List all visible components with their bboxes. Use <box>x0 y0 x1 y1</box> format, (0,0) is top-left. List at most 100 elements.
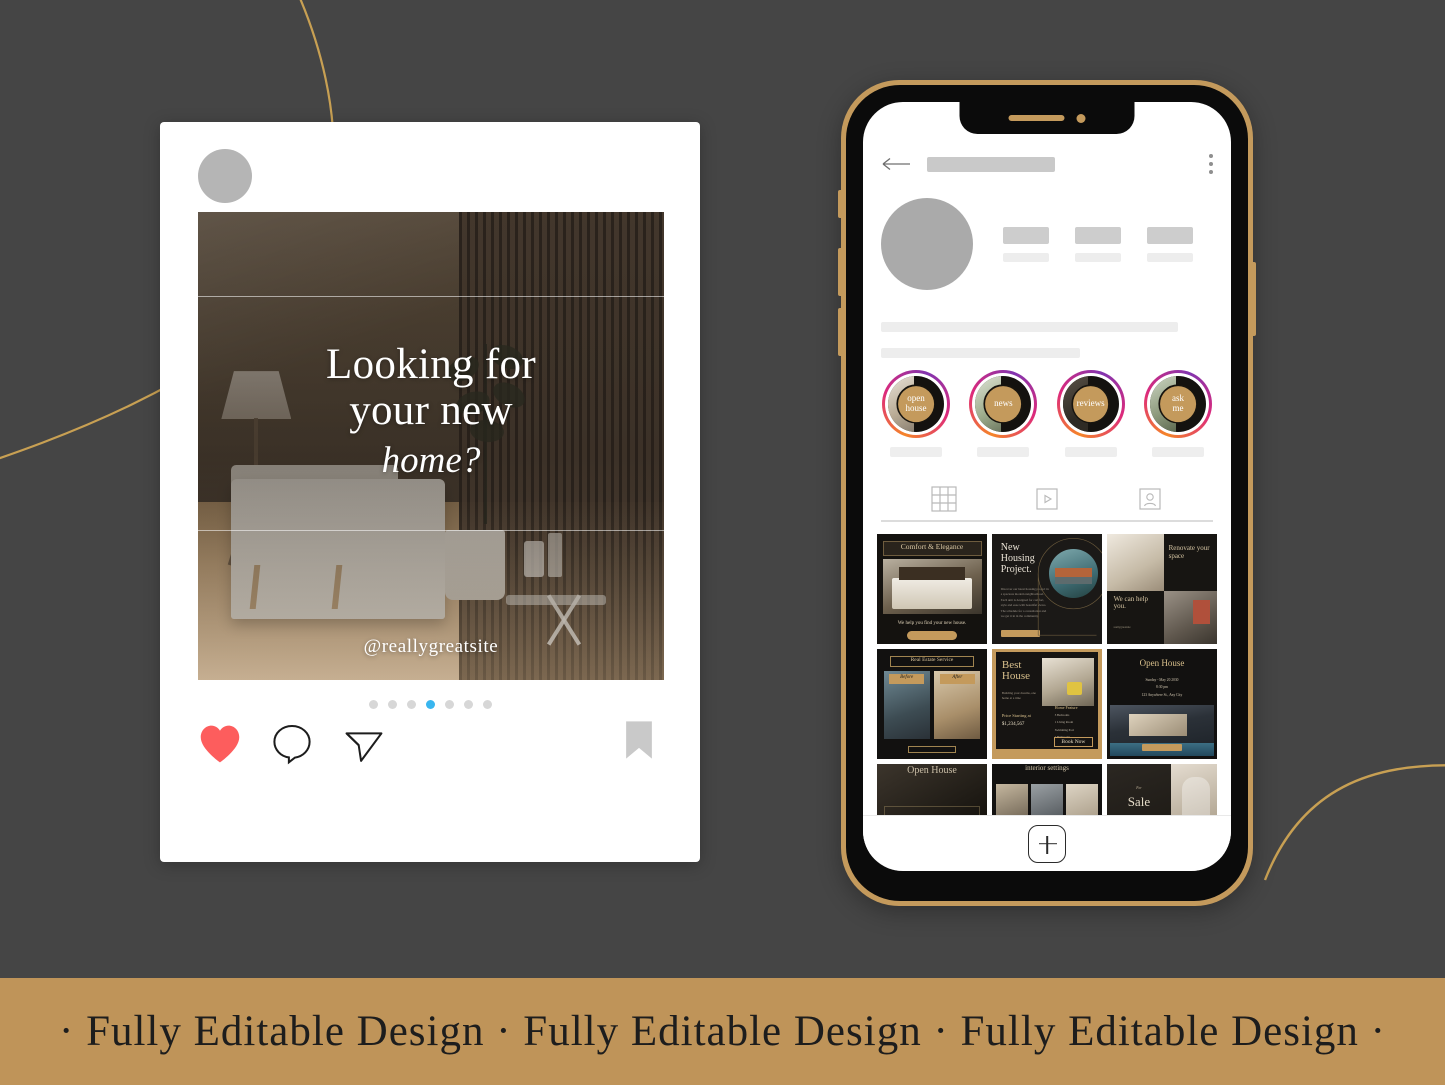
price-label: Price Starting at <box>1001 712 1031 718</box>
highlight-caption <box>1151 447 1204 457</box>
post-contact: reallygreatsite <box>1113 625 1131 630</box>
instagram-post-card: Looking for your new home? @reallygreats… <box>160 122 700 862</box>
grid-post-renovate-your-space[interactable]: Renovate your space We can help you. rea… <box>1107 534 1217 644</box>
phone-notch <box>959 102 1135 134</box>
post-title: Open House <box>907 765 957 777</box>
carousel-dot[interactable] <box>463 700 473 709</box>
back-arrow-icon <box>882 157 910 171</box>
carousel-dot[interactable] <box>387 700 397 709</box>
post-title: Comfort & Elegance <box>900 541 964 551</box>
feature-item: Swimming Pool <box>1054 727 1075 732</box>
comment-icon <box>273 725 311 765</box>
post-line-2: 8:30 pm <box>1156 685 1168 690</box>
bio-line-2 <box>881 348 1080 358</box>
back-button[interactable] <box>881 157 911 171</box>
carousel-dot-active[interactable] <box>425 700 435 709</box>
post-image: Looking for your new home? @reallygreats… <box>198 212 664 680</box>
username-placeholder <box>927 156 1055 172</box>
headline-line-1: Looking for <box>326 341 536 388</box>
profile-header <box>863 198 1231 290</box>
post-title: Sale <box>1127 793 1151 809</box>
kebab-menu-icon[interactable] <box>1209 154 1213 174</box>
carousel-dot[interactable] <box>368 700 378 709</box>
carousel-dot[interactable] <box>406 700 416 709</box>
volume-up-button[interactable] <box>838 248 842 296</box>
carousel-dot[interactable] <box>444 700 454 709</box>
story-highlights: open house news reviews ask me <box>863 370 1231 457</box>
phone-bezel: open house news reviews ask me Comfort &… <box>846 85 1248 901</box>
post-subtitle: We can help you. <box>1113 594 1149 611</box>
post-title: Best House <box>1001 659 1030 682</box>
comment-button[interactable] <box>270 722 314 766</box>
highlight-ask-me[interactable]: ask me <box>1141 370 1215 457</box>
add-post-button[interactable] <box>1028 824 1066 863</box>
carousel-dot[interactable] <box>482 700 492 709</box>
highlight-label-4b: me <box>1172 402 1184 413</box>
app-topbar <box>863 146 1231 182</box>
grid-post-open-house-1[interactable]: Open House Sunday - May 20 2030 8:30 pm … <box>1107 649 1217 759</box>
grid-tab[interactable] <box>931 485 957 517</box>
headline-line-3: home? <box>381 440 481 482</box>
post-line-1: Sunday - May 20 2030 <box>1145 677 1179 682</box>
features-title: Home Feature <box>1054 705 1078 711</box>
highlight-label-1b: house <box>905 402 927 413</box>
bottom-bar <box>863 815 1231 871</box>
grid-post-best-house[interactable]: Best House Building your dreams, one hom… <box>992 649 1102 759</box>
stat-followers[interactable] <box>1075 226 1121 262</box>
post-line-3: 123 Anywhere St., Any City <box>1141 693 1183 697</box>
phone-screen: open house news reviews ask me Comfort &… <box>863 102 1231 871</box>
post-title-small: For <box>1136 786 1142 790</box>
stat-posts[interactable] <box>1003 226 1049 262</box>
silent-switch[interactable] <box>838 190 842 218</box>
grid-post-comfort-elegance[interactable]: Comfort & Elegance We help you find your… <box>877 534 987 644</box>
save-button[interactable] <box>624 720 654 765</box>
power-button[interactable] <box>1252 262 1256 336</box>
price-value: $1,234,567 <box>1001 721 1025 727</box>
post-headline: Looking for your new home? <box>198 342 664 480</box>
post-subtitle: We help you find your new house. <box>897 620 967 626</box>
like-button[interactable] <box>198 722 242 766</box>
share-icon <box>345 732 383 762</box>
stat-following[interactable] <box>1147 226 1193 262</box>
speaker-grill <box>1008 115 1065 121</box>
book-now-button[interactable]: Book Now <box>1054 739 1094 745</box>
profile-stats <box>1003 226 1193 262</box>
front-camera-icon <box>1076 113 1086 123</box>
highlight-label-2: news <box>994 398 1013 409</box>
play-icon <box>1036 487 1058 510</box>
divider-line-top <box>198 296 664 297</box>
post-title: Open House <box>1139 657 1185 668</box>
highlight-news[interactable]: news <box>966 370 1040 457</box>
profile-avatar[interactable] <box>881 198 973 290</box>
post-title: Real Estate Service <box>910 656 954 663</box>
bottom-banner: · Fully Editable Design · Fully Editable… <box>0 978 1445 1085</box>
grid-post-new-housing-project[interactable]: New Housing Project. Discover our latest… <box>992 534 1102 644</box>
highlight-reviews[interactable]: reviews <box>1054 370 1128 457</box>
post-title: interior settings <box>1025 764 1069 773</box>
feature-item: 1 Living Room <box>1054 720 1074 725</box>
share-button[interactable] <box>342 722 386 766</box>
post-title: Renovate your space <box>1168 544 1210 560</box>
carousel-dots[interactable] <box>160 700 700 709</box>
highlight-caption <box>890 447 942 457</box>
banner-text: · Fully Editable Design · Fully Editable… <box>59 1008 1386 1055</box>
grid-post-before-after[interactable]: Real Estate Service Before After <box>877 649 987 759</box>
profile-bio <box>881 322 1178 358</box>
label-before: Before <box>900 675 914 681</box>
bio-line-1 <box>881 322 1178 332</box>
avatar[interactable] <box>198 149 252 203</box>
heart-icon <box>200 725 240 763</box>
phone-mockup: open house news reviews ask me Comfort &… <box>838 80 1256 906</box>
label-after: After <box>952 675 963 681</box>
tab-underline <box>881 520 1213 522</box>
volume-down-button[interactable] <box>838 308 842 356</box>
post-handle: @reallygreatsite <box>363 636 499 657</box>
highlight-caption <box>1064 447 1117 457</box>
gold-arc-bottom-right <box>1263 764 1445 881</box>
grid-icon <box>931 485 957 512</box>
post-action-bar <box>198 722 386 766</box>
reels-tab[interactable] <box>1034 486 1060 517</box>
bookmark-icon <box>626 721 652 759</box>
tagged-tab[interactable] <box>1137 486 1163 517</box>
highlight-open-house[interactable]: open house <box>879 370 953 457</box>
